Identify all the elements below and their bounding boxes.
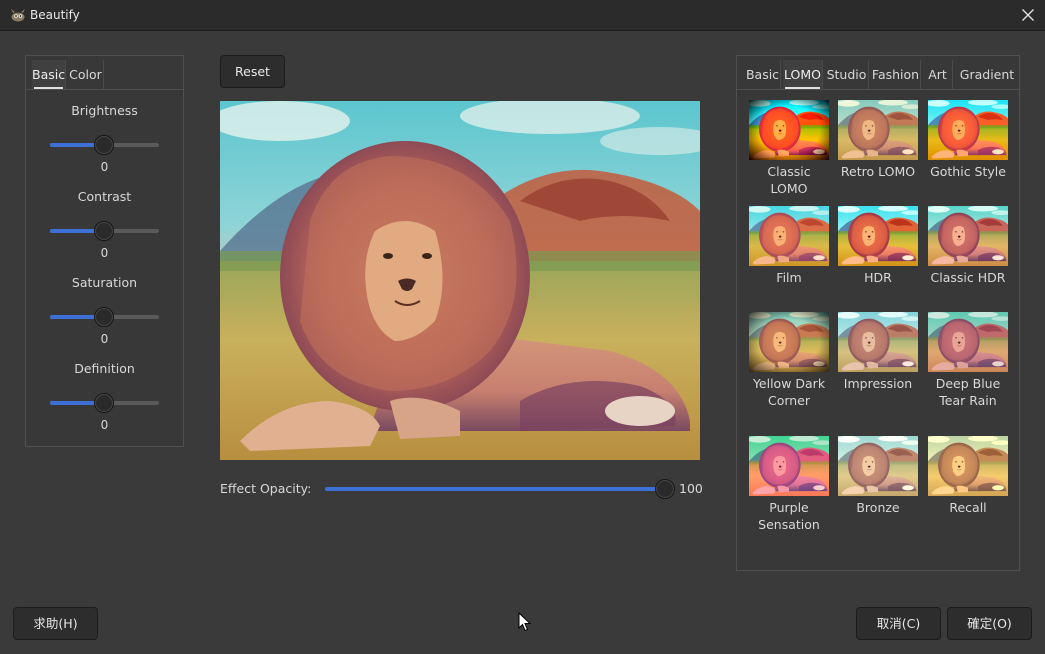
brightness-value: 0 bbox=[100, 160, 109, 174]
definition-value: 0 bbox=[100, 418, 109, 432]
gimp-wilber-icon bbox=[10, 8, 26, 22]
effect-label: Classic LOMO bbox=[767, 164, 811, 196]
window-title: Beautify bbox=[30, 8, 80, 22]
tab-basic[interactable]: Basic bbox=[32, 60, 66, 89]
effect-thumbnail bbox=[928, 206, 1008, 266]
adjustments-panel: Basic Color Brightness 0 Contrast 0 Satu… bbox=[25, 55, 184, 447]
effect-thumbnail bbox=[928, 100, 1008, 160]
saturation-value: 0 bbox=[100, 332, 109, 346]
effect-label: Gothic Style bbox=[930, 164, 1006, 179]
brightness-label: Brightness bbox=[71, 103, 138, 118]
close-button[interactable] bbox=[1017, 4, 1039, 26]
ok-button[interactable]: 確定(O) bbox=[947, 607, 1032, 640]
effect-label: Purple Sensation bbox=[758, 500, 820, 532]
contrast-label: Contrast bbox=[77, 189, 132, 204]
preview-image bbox=[220, 101, 700, 460]
tab-gradient[interactable]: Gradient bbox=[955, 60, 1019, 89]
brightness-slider-thumb[interactable] bbox=[94, 135, 114, 155]
effect-label: Yellow Dark Corner bbox=[752, 376, 826, 408]
effect-thumbnail bbox=[838, 206, 918, 266]
saturation-label: Saturation bbox=[71, 275, 138, 290]
effect-thumbnail bbox=[838, 312, 918, 372]
effect-thumbnail bbox=[749, 100, 829, 160]
mouse-pointer-icon bbox=[518, 611, 532, 632]
effect-label: Deep Blue Tear Rain bbox=[935, 376, 1001, 408]
effects-panel: Basic LOMO Studio Fashion Art Gradient C… bbox=[736, 55, 1020, 571]
effect-label: Classic HDR bbox=[930, 270, 1006, 285]
effect-thumbnail bbox=[749, 312, 829, 372]
contrast-slider-thumb[interactable] bbox=[94, 221, 114, 241]
effects-tabs: Basic LOMO Studio Fashion Art Gradient bbox=[737, 56, 1019, 90]
help-button[interactable]: 求助(H) bbox=[13, 607, 98, 640]
close-icon bbox=[1022, 9, 1034, 21]
contrast-value: 0 bbox=[100, 246, 109, 260]
effect-opacity-slider-fill bbox=[325, 487, 666, 491]
effect-opacity-slider-thumb[interactable] bbox=[655, 479, 675, 499]
definition-slider-thumb[interactable] bbox=[94, 393, 114, 413]
effect-opacity-value: 100 bbox=[679, 481, 703, 496]
effect-opacity-label: Effect Opacity: bbox=[220, 481, 312, 496]
effect-opacity-slider[interactable] bbox=[325, 487, 666, 491]
effect-thumbnail bbox=[838, 436, 918, 496]
tab-lomo[interactable]: LOMO bbox=[783, 60, 823, 89]
effect-label: Recall bbox=[949, 500, 987, 515]
effect-thumbnail bbox=[928, 312, 1008, 372]
effect-label: Retro LOMO bbox=[840, 164, 916, 179]
title-bar: Beautify bbox=[0, 0, 1045, 31]
effect-thumbnail bbox=[928, 436, 1008, 496]
effect-label: Film bbox=[776, 270, 802, 285]
tab-studio[interactable]: Studio bbox=[825, 60, 869, 89]
effect-label: HDR bbox=[864, 270, 892, 285]
tab-basic-effects[interactable]: Basic bbox=[745, 60, 781, 89]
tab-art[interactable]: Art bbox=[923, 60, 953, 89]
tab-color[interactable]: Color bbox=[68, 60, 104, 89]
saturation-slider-thumb[interactable] bbox=[94, 307, 114, 327]
effect-thumbnail bbox=[749, 206, 829, 266]
effect-label: Impression bbox=[843, 376, 913, 391]
effect-thumbnail bbox=[838, 100, 918, 160]
cancel-button[interactable]: 取消(C) bbox=[856, 607, 941, 640]
definition-label: Definition bbox=[74, 361, 135, 376]
adjustments-tabs: Basic Color bbox=[26, 56, 183, 90]
effect-thumbnail bbox=[749, 436, 829, 496]
effect-label: Bronze bbox=[856, 500, 900, 515]
tab-fashion[interactable]: Fashion bbox=[871, 60, 921, 89]
reset-button[interactable]: Reset bbox=[220, 55, 285, 88]
